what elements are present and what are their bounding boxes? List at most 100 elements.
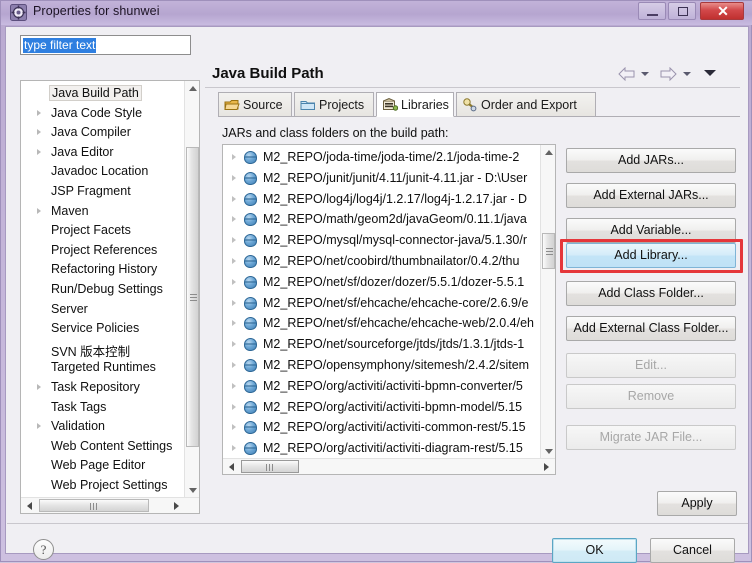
view-menu-chevron-down-icon[interactable] <box>704 70 716 76</box>
tab-projects[interactable]: Projects <box>294 92 374 117</box>
tree-scroll-left-button[interactable] <box>22 499 36 512</box>
add-external-class-folder-button[interactable]: Add External Class Folder... <box>566 316 736 341</box>
expand-arrow-icon[interactable] <box>232 195 236 202</box>
sidebar-item-javadoc-location[interactable]: Javadoc Location <box>21 162 181 181</box>
build-path-entry[interactable]: M2_REPO/net/sf/dozer/dozer/5.5.1/dozer-5… <box>223 272 541 293</box>
help-icon[interactable]: ? <box>33 539 54 560</box>
expand-arrow-icon[interactable] <box>232 237 236 244</box>
ok-button[interactable]: OK <box>552 538 637 563</box>
sidebar-item-validation[interactable]: Validation <box>21 417 181 436</box>
build-path-entry[interactable]: M2_REPO/net/coobird/thumbnailator/0.4.2/… <box>223 251 541 272</box>
tab-libraries[interactable]: Libraries <box>376 92 454 117</box>
tree-scroll-down-button[interactable] <box>185 483 199 498</box>
sidebar-item-java-build-path[interactable]: Java Build Path <box>21 84 181 103</box>
minimize-button[interactable] <box>638 2 666 20</box>
add-external-jars-button[interactable]: Add External JARs... <box>566 183 736 208</box>
sidebar-item-run-debug-settings[interactable]: Run/Debug Settings <box>21 280 181 299</box>
tree-vertical-scrollbar[interactable] <box>184 81 199 498</box>
sidebar-item-java-editor[interactable]: Java Editor <box>21 143 181 162</box>
expand-arrow-icon[interactable] <box>232 174 236 181</box>
build-path-entry[interactable]: M2_REPO/org/activiti/activiti-bpmn-model… <box>223 397 541 418</box>
build-path-entry[interactable]: M2_REPO/org/activiti/activiti-common-res… <box>223 417 541 438</box>
list-scrollbar-thumb[interactable] <box>542 233 555 269</box>
maximize-button[interactable] <box>668 2 696 20</box>
build-path-entry[interactable]: M2_REPO/log4j/log4j/1.2.17/log4j-1.2.17.… <box>223 189 541 210</box>
sidebar-item-web-content-settings[interactable]: Web Content Settings <box>21 437 181 456</box>
expand-arrow-icon[interactable] <box>37 109 41 116</box>
tree-scrollbar-thumb[interactable] <box>186 147 199 447</box>
tab-order-and-export[interactable]: Order and Export <box>456 92 596 117</box>
build-path-entry[interactable]: M2_REPO/junit/junit/4.11/junit-4.11.jar … <box>223 168 541 189</box>
build-path-entry[interactable]: M2_REPO/net/sourceforge/jtds/jtds/1.3.1/… <box>223 334 541 355</box>
tree-scroll-up-button[interactable] <box>185 81 199 96</box>
apply-button[interactable]: Apply <box>657 491 737 516</box>
tab-source[interactable]: Source <box>218 92 292 117</box>
expand-arrow-icon[interactable] <box>232 424 236 431</box>
list-scroll-up-button[interactable] <box>541 145 555 160</box>
add-library-button[interactable]: Add Library... <box>566 243 736 268</box>
sidebar-item-web-project-settings[interactable]: Web Project Settings <box>21 476 181 495</box>
jar-archive-icon <box>244 275 257 289</box>
filter-input[interactable]: type filter text <box>20 35 191 55</box>
build-path-entry[interactable]: M2_REPO/org/activiti/activiti-bpmn-conve… <box>223 376 541 397</box>
add-variable-button[interactable]: Add Variable... <box>566 218 736 243</box>
expand-arrow-icon[interactable] <box>232 299 236 306</box>
cancel-button[interactable]: Cancel <box>650 538 735 563</box>
expand-arrow-icon[interactable] <box>232 403 236 410</box>
expand-arrow-icon[interactable] <box>232 216 236 223</box>
expand-arrow-icon[interactable] <box>232 258 236 264</box>
list-vertical-scrollbar[interactable] <box>540 145 555 459</box>
build-path-entry[interactable]: M2_REPO/opensymphony/sitemesh/2.4.2/site… <box>223 355 541 376</box>
forward-arrow-icon[interactable] <box>660 66 677 82</box>
expand-arrow-icon[interactable] <box>232 278 236 285</box>
back-arrow-icon[interactable] <box>618 66 635 82</box>
sidebar-item-project-facets[interactable]: Project Facets <box>21 221 181 240</box>
settings-tree[interactable]: Java Build Path Java Code Style Java Compi… <box>20 80 200 514</box>
sidebar-item-targeted-runtimes[interactable]: Targeted Runtimes <box>21 358 181 377</box>
expand-arrow-icon[interactable] <box>232 362 236 368</box>
sidebar-item-web-page-editor[interactable]: Web Page Editor <box>21 456 181 475</box>
expand-arrow-icon[interactable] <box>232 320 236 327</box>
build-path-entry[interactable]: M2_REPO/math/geom2d/javaGeom/0.11.1/java <box>223 209 541 230</box>
build-path-list[interactable]: M2_REPO/joda-time/joda-time/2.1/joda-tim… <box>222 144 556 475</box>
tree-scroll-right-button[interactable] <box>170 499 184 512</box>
list-scroll-right-button[interactable] <box>540 460 554 473</box>
forward-history-chevron-down-icon[interactable] <box>683 72 691 76</box>
expand-arrow-icon[interactable] <box>37 207 41 214</box>
build-path-entry[interactable]: M2_REPO/joda-time/joda-time/2.1/joda-tim… <box>223 147 541 168</box>
expand-arrow-icon[interactable] <box>37 148 41 155</box>
sidebar-item-task-repository[interactable]: Task Repository <box>21 378 181 397</box>
sidebar-item-project-references[interactable]: Project References <box>21 241 181 260</box>
expand-arrow-icon[interactable] <box>37 384 41 390</box>
sidebar-item-maven[interactable]: Maven <box>21 202 181 221</box>
sidebar-item-service-policies[interactable]: Service Policies <box>21 319 181 338</box>
add-class-folder-button[interactable]: Add Class Folder... <box>566 281 736 306</box>
tree-hscrollbar-thumb[interactable] <box>39 499 149 512</box>
back-history-chevron-down-icon[interactable] <box>641 72 649 76</box>
close-button[interactable]: ✕ <box>700 2 744 20</box>
list-scroll-down-button[interactable] <box>541 444 555 459</box>
expand-arrow-icon[interactable] <box>37 423 41 430</box>
sidebar-item-svn[interactable]: SVN 版本控制 <box>21 339 181 359</box>
build-path-entry[interactable]: M2_REPO/mysql/mysql-connector-java/5.1.3… <box>223 230 541 251</box>
expand-arrow-icon[interactable] <box>232 154 236 160</box>
build-path-entry[interactable]: M2_REPO/net/sf/ehcache/ehcache-core/2.6.… <box>223 293 541 314</box>
expand-arrow-icon[interactable] <box>232 382 236 389</box>
sidebar-item-server[interactable]: Server <box>21 300 181 319</box>
list-hscrollbar-thumb[interactable] <box>241 460 299 473</box>
sidebar-item-java-code-style[interactable]: Java Code Style <box>21 104 181 123</box>
build-path-entry[interactable]: M2_REPO/org/activiti/activiti-diagram-re… <box>223 438 541 459</box>
expand-arrow-icon[interactable] <box>37 129 41 136</box>
expand-arrow-icon[interactable] <box>232 445 236 452</box>
tree-horizontal-scrollbar[interactable] <box>21 497 199 513</box>
build-path-entry[interactable]: M2_REPO/net/sf/ehcache/ehcache-web/2.0.4… <box>223 313 541 334</box>
sidebar-item-jsp-fragment[interactable]: JSP Fragment <box>21 182 181 201</box>
add-jars-button[interactable]: Add JARs... <box>566 148 736 173</box>
expand-arrow-icon[interactable] <box>232 341 236 348</box>
close-icon: ✕ <box>717 3 729 19</box>
list-horizontal-scrollbar[interactable] <box>223 458 555 474</box>
list-scroll-left-button[interactable] <box>224 460 238 473</box>
sidebar-item-refactoring-history[interactable]: Refactoring History <box>21 260 181 279</box>
sidebar-item-task-tags[interactable]: Task Tags <box>21 398 181 417</box>
sidebar-item-java-compiler[interactable]: Java Compiler <box>21 123 181 142</box>
